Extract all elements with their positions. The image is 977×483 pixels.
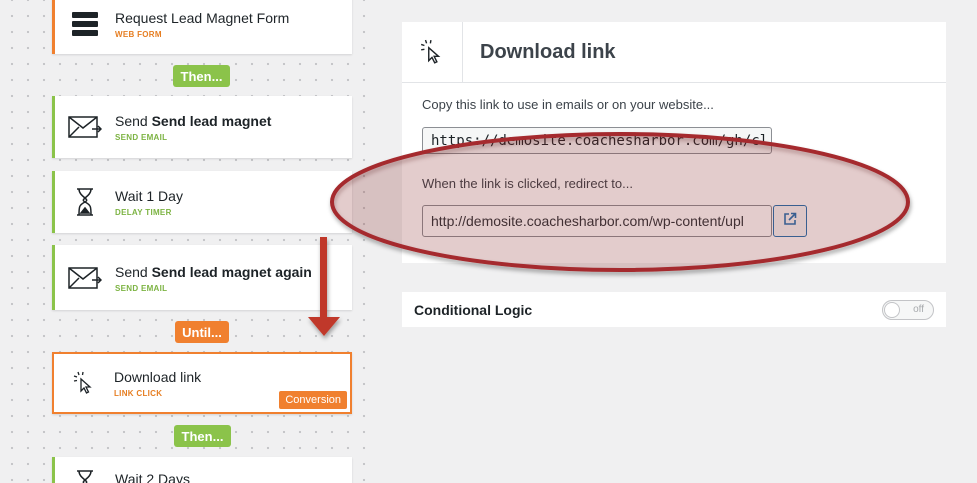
pointer-click-icon: [402, 22, 463, 82]
step-title: Send Send lead magnet again: [115, 263, 312, 280]
envelope-icon: [55, 266, 115, 290]
hourglass-icon: [55, 188, 115, 216]
panel-header: Download link: [402, 22, 946, 83]
tracking-link-field[interactable]: https://demosite.coachesharbor.com/gh/cl: [422, 127, 772, 154]
connector-then: Then...: [174, 425, 231, 447]
external-link-icon: [783, 212, 797, 231]
step-type: DELAY TIMER: [115, 208, 172, 217]
copy-link-label: Copy this link to use in emails or on yo…: [422, 97, 714, 112]
step-type: SEND EMAIL: [115, 283, 168, 293]
funnel-step-delay[interactable]: Wait 1 Day DELAY TIMER: [52, 171, 352, 233]
envelope-icon: [55, 115, 115, 139]
panel-title: Download link: [480, 40, 616, 63]
conversion-badge: Conversion: [279, 391, 347, 409]
hourglass-icon: [55, 470, 115, 483]
conditional-logic-bar: Conditional Logic off: [402, 292, 946, 327]
connector-then: Then...: [173, 65, 230, 87]
toggle-knob: [884, 301, 900, 318]
step-title: Wait 1 Day: [115, 188, 183, 204]
step-type: SEND EMAIL: [115, 133, 168, 142]
link-settings-panel: Download link Copy this link to use in e…: [402, 22, 946, 263]
funnel-step-link-click[interactable]: Download link LINK CLICK Conversion: [52, 352, 352, 414]
open-link-button[interactable]: [773, 205, 807, 237]
conditional-logic-title: Conditional Logic: [414, 301, 533, 318]
web-form-icon: [55, 11, 115, 37]
connector-until: Until...: [175, 321, 229, 343]
pointer-click-icon: [54, 371, 114, 395]
redirect-url-input[interactable]: http://demosite.coachesharbor.com/wp-con…: [422, 205, 772, 237]
funnel-step-send-email-again[interactable]: Send Send lead magnet again SEND EMAIL: [52, 245, 352, 310]
funnel-canvas: Request Lead Magnet Form WEB FORM Then..…: [0, 0, 370, 483]
step-title: Download link: [114, 369, 202, 385]
funnel-step-delay[interactable]: Wait 2 Days: [52, 457, 352, 483]
conditional-logic-toggle[interactable]: off: [882, 299, 934, 320]
toggle-label: off: [913, 303, 924, 315]
step-type: WEB FORM: [115, 30, 162, 39]
step-title: Wait 2 Days: [115, 471, 190, 483]
funnel-step-send-email[interactable]: Send Send lead magnet SEND EMAIL: [52, 96, 352, 158]
funnel-step-web-form[interactable]: Request Lead Magnet Form WEB FORM: [52, 0, 352, 54]
step-title: Send Send lead magnet: [115, 113, 272, 129]
redirect-label: When the link is clicked, redirect to...: [422, 176, 633, 191]
step-title: Request Lead Magnet Form: [115, 10, 290, 26]
